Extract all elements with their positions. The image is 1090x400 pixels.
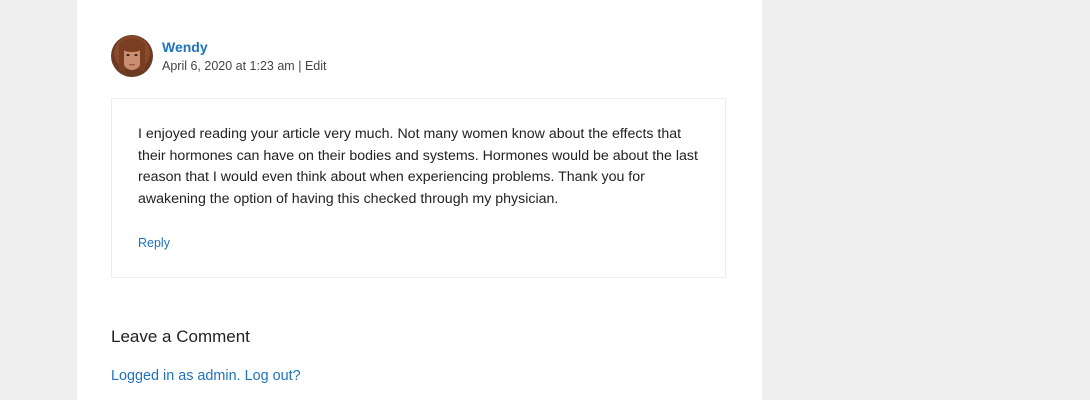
logged-in-link[interactable]: Logged in as admin. [111, 368, 241, 384]
reply-link[interactable]: Reply [138, 236, 170, 250]
comment-meta: April 6, 2020 at 1:23 am | Edit [162, 59, 327, 73]
comment-date-link[interactable]: April 6, 2020 at 1:23 am [162, 59, 295, 73]
comment-text: I enjoyed reading your article very much… [138, 126, 698, 207]
edit-comment-link[interactable]: Edit [305, 59, 327, 73]
comment-author-link[interactable]: Wendy [162, 39, 208, 55]
logout-link[interactable]: Log out? [245, 368, 301, 384]
avatar-image [111, 35, 153, 77]
page: Wendy April 6, 2020 at 1:23 am | Edit I … [0, 0, 1090, 400]
logged-in-as: Logged in as admin. Log out? [111, 368, 301, 384]
content-card: Wendy April 6, 2020 at 1:23 am | Edit I … [77, 0, 762, 400]
comment-body: I enjoyed reading your article very much… [111, 98, 726, 278]
leave-comment-title: Leave a Comment [111, 327, 250, 346]
avatar [111, 35, 153, 77]
meta-separator: | [298, 59, 302, 73]
